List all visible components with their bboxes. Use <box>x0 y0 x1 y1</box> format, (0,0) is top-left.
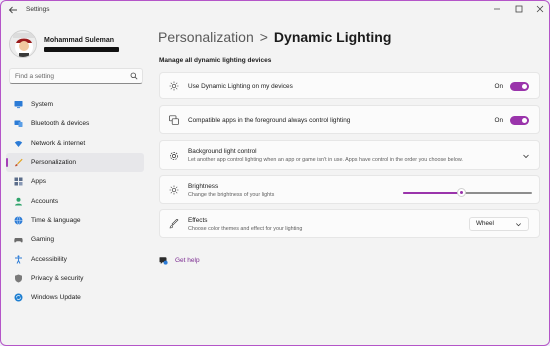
brush-icon <box>169 218 179 229</box>
effects-desc: Choose color themes and effect for your … <box>188 226 303 232</box>
effects-dropdown[interactable]: Wheel <box>469 217 529 231</box>
breadcrumb: Personalization > Dynamic Lighting <box>158 29 391 45</box>
avatar[interactable] <box>9 30 37 58</box>
page-title: Dynamic Lighting <box>273 29 392 45</box>
compatible-apps-toggle[interactable] <box>510 116 529 125</box>
sun-icon <box>169 81 179 91</box>
search-input[interactable] <box>10 69 128 83</box>
sidebar-item-apps[interactable]: Apps <box>6 172 144 191</box>
maximize-button[interactable] <box>512 3 526 15</box>
sidebar-item-label: Network & internet <box>31 139 86 147</box>
compatible-apps-card[interactable]: Compatible apps in the foreground always… <box>159 105 540 134</box>
search-icon[interactable] <box>130 72 138 80</box>
search-box[interactable] <box>9 68 143 84</box>
brightness-card: Brightness Change the brightness of your… <box>159 175 540 204</box>
sidebar-item-system[interactable]: System <box>6 95 144 114</box>
breadcrumb-parent[interactable]: Personalization <box>158 29 254 45</box>
sidebar-item-bluetooth[interactable]: Bluetooth & devices <box>6 114 144 133</box>
use-dynamic-lighting-card[interactable]: Use Dynamic Lighting on my devices On <box>159 72 540 99</box>
person-icon <box>14 197 23 206</box>
brightness-desc: Change the brightness of your lights <box>188 192 275 198</box>
brightness-slider[interactable] <box>403 188 532 197</box>
app-title: Settings <box>26 6 50 13</box>
sidebar-nav: System Bluetooth & devices Network & int… <box>6 95 144 307</box>
help-icon <box>159 256 168 265</box>
gear-icon <box>169 151 179 161</box>
slider-thumb[interactable] <box>456 188 466 197</box>
sidebar-item-personalization[interactable]: Personalization <box>6 152 144 173</box>
sidebar-item-network[interactable]: Network & internet <box>6 134 144 153</box>
sidebar-item-label: Time & language <box>31 216 81 224</box>
monitor-icon <box>14 100 23 109</box>
accessibility-icon <box>14 254 23 264</box>
shield-icon <box>14 274 23 283</box>
brush-icon <box>14 158 23 167</box>
sidebar-item-label: Windows Update <box>31 294 81 302</box>
user-name: Mohammad Suleman <box>44 37 115 44</box>
sidebar-item-gaming[interactable]: Gaming <box>6 230 144 249</box>
get-help-label[interactable]: Get help <box>175 257 200 264</box>
background-light-control-desc: Let another app control lighting when an… <box>188 157 463 163</box>
slider-fill <box>403 192 462 194</box>
toggle-state-label: On <box>494 117 503 124</box>
sidebar-item-privacy[interactable]: Privacy & security <box>6 269 144 288</box>
bluetooth-icon <box>14 119 23 128</box>
section-title: Manage all dynamic lighting devices <box>159 57 272 64</box>
redacted-email <box>44 47 119 52</box>
wifi-icon <box>14 139 23 148</box>
sidebar-item-label: Bluetooth & devices <box>31 120 90 128</box>
globe-icon <box>14 216 23 225</box>
compatible-apps-label: Compatible apps in the foreground always… <box>188 117 351 124</box>
sidebar-item-label: Personalization <box>31 159 77 167</box>
sidebar-item-label: Accessibility <box>31 255 67 263</box>
chevron-down-icon <box>515 221 522 228</box>
apps-lighting-icon <box>169 115 179 125</box>
sidebar-item-label: Accounts <box>31 197 59 205</box>
close-button[interactable] <box>533 3 547 15</box>
apps-icon <box>14 177 23 186</box>
background-light-control-label: Background light control <box>188 148 257 155</box>
sidebar-item-label: Gaming <box>31 236 55 244</box>
use-dynamic-lighting-toggle[interactable] <box>510 82 529 91</box>
sidebar-item-time-language[interactable]: Time & language <box>6 211 144 230</box>
sidebar-item-accessibility[interactable]: Accessibility <box>6 249 144 268</box>
sidebar-item-windows-update[interactable]: Windows Update <box>6 288 144 307</box>
get-help-link[interactable]: Get help <box>159 256 200 265</box>
settings-window: Settings Mohammad Suleman Find a setting… <box>0 0 550 346</box>
brightness-label: Brightness <box>188 183 219 190</box>
sidebar-item-label: Privacy & security <box>31 274 84 282</box>
toggle-state-label: On <box>494 83 503 90</box>
sidebar-item-accounts[interactable]: Accounts <box>6 191 144 210</box>
effects-selected-value: Wheel <box>476 220 494 227</box>
minimize-button[interactable] <box>490 3 504 15</box>
breadcrumb-separator: > <box>259 29 268 45</box>
update-icon <box>14 293 23 302</box>
gamepad-icon <box>14 235 23 244</box>
sidebar-item-label: Apps <box>31 178 47 186</box>
brightness-icon <box>169 185 179 195</box>
effects-label: Effects <box>188 217 208 224</box>
use-dynamic-lighting-label: Use Dynamic Lighting on my devices <box>188 83 293 90</box>
background-light-control-card[interactable]: Background light control Let another app… <box>159 140 540 170</box>
title-bar: Settings <box>1 1 549 19</box>
chevron-down-icon[interactable] <box>522 152 530 160</box>
sidebar-item-label: System <box>31 101 53 109</box>
back-arrow-icon[interactable] <box>7 4 19 16</box>
effects-card: Effects Choose color themes and effect f… <box>159 209 540 238</box>
